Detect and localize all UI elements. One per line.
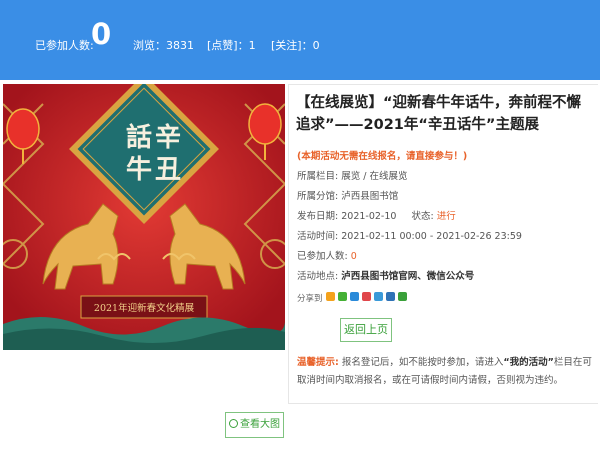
share-label: 分享到 [297,294,323,304]
tip-text: 温馨提示: 报名登记后，如不能按时参加，请进入“我的活动”栏目在可取消时间内取消… [297,354,593,390]
activity-poster: 話 辛 牛 丑 2021年迎新春文化精展 [3,84,285,350]
status-label: 状态: [411,211,434,222]
activity-title: 【在线展览】“迎新春牛年话牛，奔前程不懈追求”——2021年“辛丑话牛”主题展 [296,95,582,133]
participants-label: 已参加人数: [35,39,94,52]
poster-char-1: 話 [126,122,152,153]
time-value: 2021-02-11 00:00 - 2021-02-26 23:59 [341,231,522,242]
tip-text-1: 报名登记后，如不能按时参加，请进入 [341,357,504,368]
place-value: 泸西县图书馆官网、微信公众号 [341,271,475,282]
view-large-label: 查看大图 [240,419,280,430]
views-count: 浏览：3831 [133,39,194,52]
branch-row: 所属分馆: 泸西县图书馆 [297,188,398,202]
poster-banner-text: 2021年迎新春文化精展 [94,302,195,314]
poster-char-2: 辛 [155,122,181,153]
douban-icon[interactable] [397,292,407,301]
weibo-icon[interactable] [361,292,371,301]
joined-row: 已参加人数: 0 [297,248,357,262]
renren-icon[interactable] [385,292,395,301]
branch-value: 泸西县图书馆 [341,191,399,202]
publish-value: 2021-02-10 [341,211,397,222]
place-row: 活动地点: 泸西县图书馆官网、微信公众号 [297,268,474,282]
back-button[interactable]: 返回上页 [340,318,392,342]
column-row: 所属栏目: 展览 / 在线展览 [297,168,407,182]
joined-value: 0 [350,251,357,262]
share-icons [323,292,407,304]
column-label: 所属栏目: [297,171,339,182]
time-row: 活动时间: 2021-02-11 00:00 - 2021-02-26 23:5… [297,228,522,242]
status-badge: 进行 [436,211,456,222]
registration-notice: (本期活动无需在线报名，请直接参与！) [297,151,468,162]
publish-row: 发布日期: 2021-02-10 状态: 进行 [297,208,456,222]
qzone-icon[interactable] [325,292,335,301]
share-bar: 分享到 [297,292,407,304]
my-activities-link[interactable]: “我的活动” [503,357,554,368]
stats-header: 已参加人数: 0 浏览：3831 [点赞]：1 [关注]：0 [0,0,600,80]
follow-button[interactable]: [关注]：0 [271,37,320,53]
wechat-icon[interactable] [337,292,347,301]
magnifier-icon [229,419,238,428]
branch-label: 所属分馆: [297,191,339,202]
qq-icon[interactable] [349,292,359,301]
tip-label: 温馨提示: [297,357,339,368]
joined-label: 已参加人数: [297,251,348,262]
column-value[interactable]: 展览 / 在线展览 [341,171,407,182]
poster-char-4: 丑 [155,155,181,185]
poster-artwork: 話 辛 牛 丑 2021年迎新春文化精展 [3,84,285,350]
time-label: 活动时间: [297,231,339,242]
tencent-weibo-icon[interactable] [373,292,383,301]
place-label: 活动地点: [297,271,339,282]
like-button[interactable]: [点赞]：1 [207,37,256,53]
publish-label: 发布日期: [297,211,339,222]
view-large-button[interactable]: 查看大图 [225,412,284,438]
participants-count: 0 [91,17,112,51]
poster-char-3: 牛 [126,155,152,185]
